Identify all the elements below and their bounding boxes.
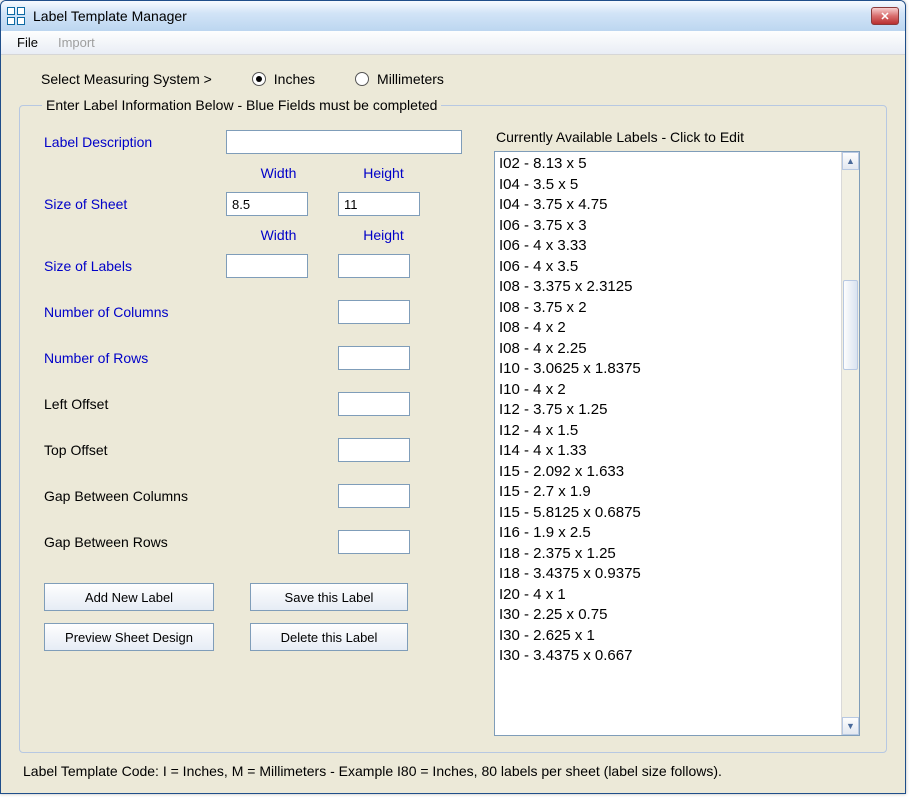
- scroll-up-icon[interactable]: ▲: [842, 152, 859, 170]
- label-height-input[interactable]: [338, 254, 410, 278]
- label-template-manager-window: Label Template Manager ✕ File Import Sel…: [0, 0, 906, 794]
- radio-icon: [252, 72, 266, 86]
- list-item[interactable]: I06 - 4 x 3.33: [499, 236, 837, 257]
- list-item[interactable]: I15 - 2.7 x 1.9: [499, 482, 837, 503]
- list-item[interactable]: I30 - 3.4375 x 0.667: [499, 646, 837, 667]
- list-item[interactable]: I08 - 3.375 x 2.3125: [499, 277, 837, 298]
- num-columns-input[interactable]: [338, 300, 410, 324]
- top-offset-label: Top Offset: [44, 442, 226, 458]
- label-description-label: Label Description: [44, 134, 226, 150]
- list-item[interactable]: I06 - 3.75 x 3: [499, 216, 837, 237]
- list-item[interactable]: I02 - 8.13 x 5: [499, 154, 837, 175]
- label-info-group: Enter Label Information Below - Blue Fie…: [19, 97, 887, 753]
- group-legend: Enter Label Information Below - Blue Fie…: [42, 97, 441, 113]
- sheet-height-header: Height: [331, 165, 436, 181]
- available-labels-panel: Currently Available Labels - Click to Ed…: [494, 129, 870, 736]
- list-item[interactable]: I10 - 4 x 2: [499, 380, 837, 401]
- scroll-down-icon[interactable]: ▼: [842, 717, 859, 735]
- list-item[interactable]: I04 - 3.5 x 5: [499, 175, 837, 196]
- sheet-height-input[interactable]: [338, 192, 420, 216]
- add-new-label-button[interactable]: Add New Label: [44, 583, 214, 611]
- list-item[interactable]: I30 - 2.25 x 0.75: [499, 605, 837, 626]
- menubar: File Import: [1, 31, 905, 55]
- menu-file[interactable]: File: [7, 33, 48, 52]
- available-labels-listbox[interactable]: I02 - 8.13 x 5I04 - 3.5 x 5I04 - 3.75 x …: [494, 151, 860, 736]
- radio-inches[interactable]: Inches: [252, 71, 315, 87]
- size-of-sheet-label: Size of Sheet: [44, 196, 226, 212]
- client-area: Select Measuring System > Inches Millime…: [1, 55, 905, 793]
- form-left-column: Label Description Width Height Size of S…: [36, 129, 476, 736]
- sheet-width-input[interactable]: [226, 192, 308, 216]
- save-this-label-button[interactable]: Save this Label: [250, 583, 408, 611]
- list-item[interactable]: I15 - 2.092 x 1.633: [499, 462, 837, 483]
- sheet-width-header: Width: [226, 165, 331, 181]
- list-item[interactable]: I12 - 4 x 1.5: [499, 421, 837, 442]
- size-of-labels-label: Size of Labels: [44, 258, 226, 274]
- measuring-system-label: Select Measuring System >: [41, 71, 212, 87]
- list-item[interactable]: I08 - 3.75 x 2: [499, 298, 837, 319]
- list-item[interactable]: I20 - 4 x 1: [499, 585, 837, 606]
- left-offset-label: Left Offset: [44, 396, 226, 412]
- label-description-input[interactable]: [226, 130, 462, 154]
- list-item[interactable]: I16 - 1.9 x 2.5: [499, 523, 837, 544]
- gap-cols-input[interactable]: [338, 484, 410, 508]
- gap-rows-label: Gap Between Rows: [44, 534, 226, 550]
- radio-mm-label: Millimeters: [377, 71, 444, 87]
- list-item[interactable]: I30 - 2.625 x 1: [499, 626, 837, 647]
- list-item[interactable]: I06 - 4 x 3.5: [499, 257, 837, 278]
- list-item[interactable]: I08 - 4 x 2.25: [499, 339, 837, 360]
- radio-icon: [355, 72, 369, 86]
- label-height-header: Height: [331, 227, 436, 243]
- measuring-system-row: Select Measuring System > Inches Millime…: [19, 65, 887, 97]
- list-item[interactable]: I12 - 3.75 x 1.25: [499, 400, 837, 421]
- menu-import: Import: [48, 33, 105, 52]
- list-item[interactable]: I08 - 4 x 2: [499, 318, 837, 339]
- list-item[interactable]: I15 - 5.8125 x 0.6875: [499, 503, 837, 524]
- window-title: Label Template Manager: [33, 8, 871, 24]
- available-labels-title: Currently Available Labels - Click to Ed…: [494, 129, 860, 145]
- radio-inches-label: Inches: [274, 71, 315, 87]
- num-columns-label: Number of Columns: [44, 304, 226, 320]
- gap-rows-input[interactable]: [338, 530, 410, 554]
- label-width-input[interactable]: [226, 254, 308, 278]
- close-icon: ✕: [880, 10, 889, 23]
- preview-sheet-design-button[interactable]: Preview Sheet Design: [44, 623, 214, 651]
- label-width-header: Width: [226, 227, 331, 243]
- top-offset-input[interactable]: [338, 438, 410, 462]
- list-item[interactable]: I04 - 3.75 x 4.75: [499, 195, 837, 216]
- left-offset-input[interactable]: [338, 392, 410, 416]
- titlebar: Label Template Manager ✕: [1, 1, 905, 31]
- list-item[interactable]: I18 - 3.4375 x 0.9375: [499, 564, 837, 585]
- scroll-thumb[interactable]: [843, 280, 858, 370]
- scrollbar-vertical[interactable]: ▲ ▼: [841, 152, 859, 735]
- close-button[interactable]: ✕: [871, 7, 899, 25]
- radio-millimeters[interactable]: Millimeters: [355, 71, 444, 87]
- gap-cols-label: Gap Between Columns: [44, 488, 226, 504]
- app-icon: [7, 7, 25, 25]
- list-item[interactable]: I14 - 4 x 1.33: [499, 441, 837, 462]
- num-rows-input[interactable]: [338, 346, 410, 370]
- list-item[interactable]: I10 - 3.0625 x 1.8375: [499, 359, 837, 380]
- num-rows-label: Number of Rows: [44, 350, 226, 366]
- scroll-track[interactable]: [842, 170, 859, 717]
- delete-this-label-button[interactable]: Delete this Label: [250, 623, 408, 651]
- list-item[interactable]: I18 - 2.375 x 1.25: [499, 544, 837, 565]
- footer-help-text: Label Template Code: I = Inches, M = Mil…: [19, 753, 887, 785]
